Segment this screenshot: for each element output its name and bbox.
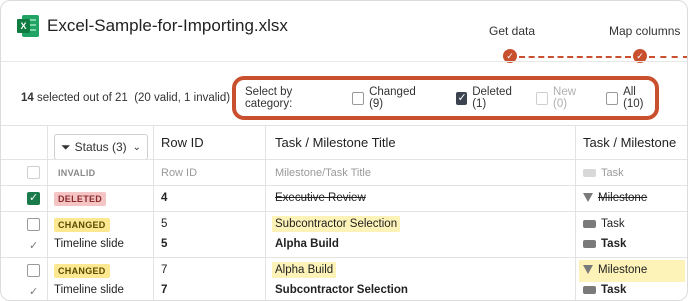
import-dialog: X Excel-Sample-for-Importing.xlsx Get da… [0, 0, 688, 301]
task-icon [583, 169, 596, 178]
row-id: 7 [161, 264, 168, 276]
milestone-icon [583, 193, 593, 203]
sub-row-title: Subcontractor Selection [275, 284, 408, 296]
category-deleted-option[interactable]: Deleted (1) [455, 86, 523, 110]
option-label: New (0) [553, 86, 577, 110]
mapped-title: Milestone/Task Title [275, 167, 371, 179]
filter-icon: ⏷ [61, 139, 71, 154]
table-row[interactable]: ✓ CHANGED Timeline slide 5 5 Subcontract… [1, 211, 687, 257]
sub-row-label: Timeline slide [54, 284, 124, 296]
checkbox-new [536, 91, 549, 105]
category-changed-option[interactable]: Changed (9) [352, 86, 425, 110]
mapped-row-id: Row ID [161, 167, 198, 179]
row-checkbox[interactable] [27, 191, 40, 205]
status-badge: CHANGED [54, 264, 110, 278]
row-title: Subcontractor Selection [272, 216, 401, 232]
sub-row-id: 7 [161, 284, 168, 296]
sub-row-label: Timeline slide [54, 238, 124, 250]
sub-row-type: Task [583, 238, 626, 250]
task-icon [583, 239, 596, 248]
checkbox-changed[interactable] [352, 91, 365, 105]
row-type: Milestone [583, 192, 647, 204]
chevron-down-icon: ⌄ [132, 141, 141, 153]
row-id: 4 [161, 192, 168, 204]
task-icon [583, 285, 596, 294]
category-new-option: New (0) [536, 86, 588, 110]
column-header-title: Task / Milestone Title [275, 135, 396, 150]
step-connector [649, 56, 687, 58]
file-title: Excel-Sample-for-Importing.xlsx [47, 16, 288, 35]
status-filter-label: Status (3) [74, 140, 127, 154]
excel-icon: X [17, 15, 39, 37]
category-filter-label: Select by category: [245, 86, 293, 110]
column-header-type: Task / Milestone [583, 135, 677, 150]
category-filter: Select by category: Changed (9) Deleted … [232, 76, 659, 120]
milestone-icon [583, 265, 593, 275]
checkbox-deleted[interactable] [455, 91, 468, 105]
option-label: Deleted (1) [472, 86, 512, 110]
file-header: X Excel-Sample-for-Importing.xlsx [17, 11, 288, 41]
valid-text: (20 valid, 1 invalid) [134, 92, 231, 104]
sub-row-id: 5 [161, 238, 168, 250]
status-badge: CHANGED [54, 218, 110, 232]
selection-summary: 14 selected out of 21 (20 valid, 1 inval… [21, 92, 230, 104]
mapped-type: Task [583, 167, 624, 179]
table-row[interactable]: ✓ CHANGED Timeline slide 7 7 Alpha Build… [1, 257, 687, 300]
task-icon [583, 219, 596, 228]
check-icon: ✓ [29, 286, 39, 298]
table-row-mapping: INVALID Row ID Milestone/Task Title Task [1, 159, 687, 185]
row-title: Alpha Build [272, 262, 337, 278]
table-row[interactable]: DELETED 4 Executive Review Milestone [1, 185, 687, 211]
selected-text: selected out of 21 [37, 92, 128, 104]
option-label: Changed (9) [369, 86, 416, 110]
sub-row-type: Task [583, 284, 626, 296]
option-label: All (10) [623, 86, 644, 110]
row-title: Executive Review [275, 192, 366, 204]
status-badge: INVALID [58, 168, 96, 178]
row-checkbox[interactable] [27, 264, 40, 277]
status-badge: DELETED [54, 192, 107, 206]
step-label-map-columns: Map columns [609, 24, 681, 38]
row-id: 5 [161, 218, 168, 230]
check-icon: ✓ [29, 240, 39, 252]
category-all-option[interactable]: All (10) [606, 86, 655, 110]
row-type: Milestone [583, 264, 647, 276]
divider [1, 61, 687, 62]
progress-stepper: Get data ✓ Map columns ✓ [471, 11, 687, 63]
row-type: Task [583, 218, 625, 230]
checkbox-all[interactable] [606, 91, 619, 105]
step-connector [519, 56, 631, 58]
step-label-get-data: Get data [489, 24, 536, 38]
column-header-row-id: Row ID [161, 135, 204, 150]
selected-count: 14 [21, 92, 34, 104]
status-filter-button[interactable]: ⏷ Status (3) ⌄ [54, 134, 148, 160]
row-checkbox[interactable] [27, 218, 40, 231]
row-checkbox [27, 166, 40, 179]
sub-row-title: Alpha Build [275, 238, 339, 250]
